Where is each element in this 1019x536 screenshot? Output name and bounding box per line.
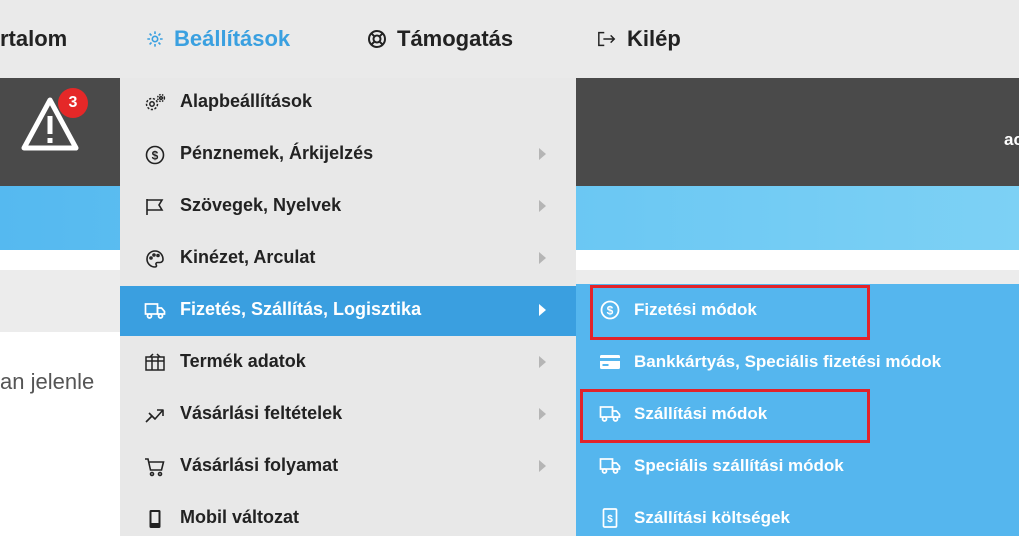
menu-item-alapbeallitasok[interactable]: Alapbeállítások bbox=[120, 78, 576, 128]
chevron-right-icon bbox=[539, 460, 546, 472]
menu-item-label: Vásárlási feltételek bbox=[180, 403, 343, 423]
menu-item-label: Vásárlási folyamat bbox=[180, 455, 339, 475]
chevron-right-icon bbox=[539, 200, 546, 212]
chevron-right-icon bbox=[539, 148, 546, 160]
menu-item-vasarlasi-feltetelek[interactable]: Vásárlási feltételek bbox=[120, 390, 576, 440]
lifebuoy-icon bbox=[367, 29, 387, 49]
menu-item-label: Termék adatok bbox=[180, 351, 306, 371]
menu-item-label: Alapbeállítások bbox=[180, 91, 313, 111]
settings-dropdown-menu: Alapbeállítások $ Pénznemek, Árkijelzés … bbox=[120, 78, 576, 536]
nav-item-label: Támogatás bbox=[397, 26, 514, 51]
chevron-right-icon bbox=[539, 408, 546, 420]
truck-icon bbox=[598, 454, 622, 478]
menu-item-label: Mobil változat bbox=[180, 507, 300, 527]
truck-icon bbox=[143, 299, 167, 323]
credit-card-icon bbox=[598, 350, 622, 374]
notification-badge: 3 bbox=[58, 88, 88, 118]
nav-item-tartalom[interactable]: rtalom bbox=[0, 22, 67, 56]
submenu-item-label: Szállítási költségek bbox=[634, 508, 790, 527]
menu-item-kinezet[interactable]: Kinézet, Arculat bbox=[120, 234, 576, 284]
chevron-right-icon bbox=[539, 252, 546, 264]
receipt-icon: $ bbox=[598, 506, 622, 530]
nav-item-kilep[interactable]: Kilép bbox=[597, 22, 681, 56]
menu-item-szovegek[interactable]: Szövegek, Nyelvek bbox=[120, 182, 576, 232]
gears-icon bbox=[143, 91, 167, 115]
submenu-item-bankkartyas[interactable]: Bankkártyás, Speciális fizetési módok bbox=[576, 336, 1019, 388]
menu-item-vasarlasi-folyamat[interactable]: Vásárlási folyamat bbox=[120, 442, 576, 492]
chevron-right-icon bbox=[539, 356, 546, 368]
menu-item-label: Szövegek, Nyelvek bbox=[180, 195, 342, 215]
nav-item-label: Beállítások bbox=[174, 26, 291, 51]
mobile-icon bbox=[143, 507, 167, 531]
nav-item-beallitasok[interactable]: Beállítások bbox=[146, 22, 290, 56]
header-right-text: ac bbox=[1004, 130, 1019, 149]
palette-icon bbox=[143, 247, 167, 271]
content-text: an jelenle bbox=[0, 369, 95, 394]
top-nav-bar: rtalom Beállítások Támogatás Kilép bbox=[0, 0, 1019, 78]
menu-item-label: Kinézet, Arculat bbox=[180, 247, 316, 267]
highlight-box bbox=[590, 285, 870, 340]
product-icon bbox=[143, 351, 167, 375]
handshake-icon bbox=[143, 403, 167, 427]
menu-item-termek-adatok[interactable]: Termék adatok bbox=[120, 338, 576, 388]
highlight-box bbox=[580, 389, 870, 443]
submenu-item-label: Speciális szállítási módok bbox=[634, 456, 844, 475]
menu-item-label: Fizetés, Szállítás, Logisztika bbox=[180, 299, 422, 319]
cart-icon bbox=[143, 455, 167, 479]
nav-item-label: Kilép bbox=[627, 26, 681, 51]
menu-item-penznemek[interactable]: $ Pénznemek, Árkijelzés bbox=[120, 130, 576, 180]
menu-item-label: Pénznemek, Árkijelzés bbox=[180, 143, 374, 163]
gear-icon bbox=[146, 30, 164, 48]
submenu-item-label: Bankkártyás, Speciális fizetési módok bbox=[634, 352, 942, 371]
currency-icon: $ bbox=[143, 143, 167, 167]
submenu-item-szallitasi-koltsegek[interactable]: $ Szállítási költségek bbox=[576, 492, 1019, 536]
nav-item-tamogatas[interactable]: Támogatás bbox=[367, 22, 513, 56]
chevron-right-icon bbox=[539, 304, 546, 316]
menu-item-fizetes-szallitas[interactable]: Fizetés, Szállítás, Logisztika bbox=[120, 286, 576, 336]
flag-icon bbox=[143, 195, 167, 219]
menu-item-mobil-valtozat[interactable]: Mobil változat bbox=[120, 494, 576, 536]
svg-text:$: $ bbox=[607, 514, 613, 525]
submenu-item-specialis-szallitasi[interactable]: Speciális szállítási módok bbox=[576, 440, 1019, 492]
logout-icon bbox=[597, 30, 617, 48]
nav-item-label: rtalom bbox=[0, 26, 68, 51]
svg-text:$: $ bbox=[152, 149, 159, 163]
